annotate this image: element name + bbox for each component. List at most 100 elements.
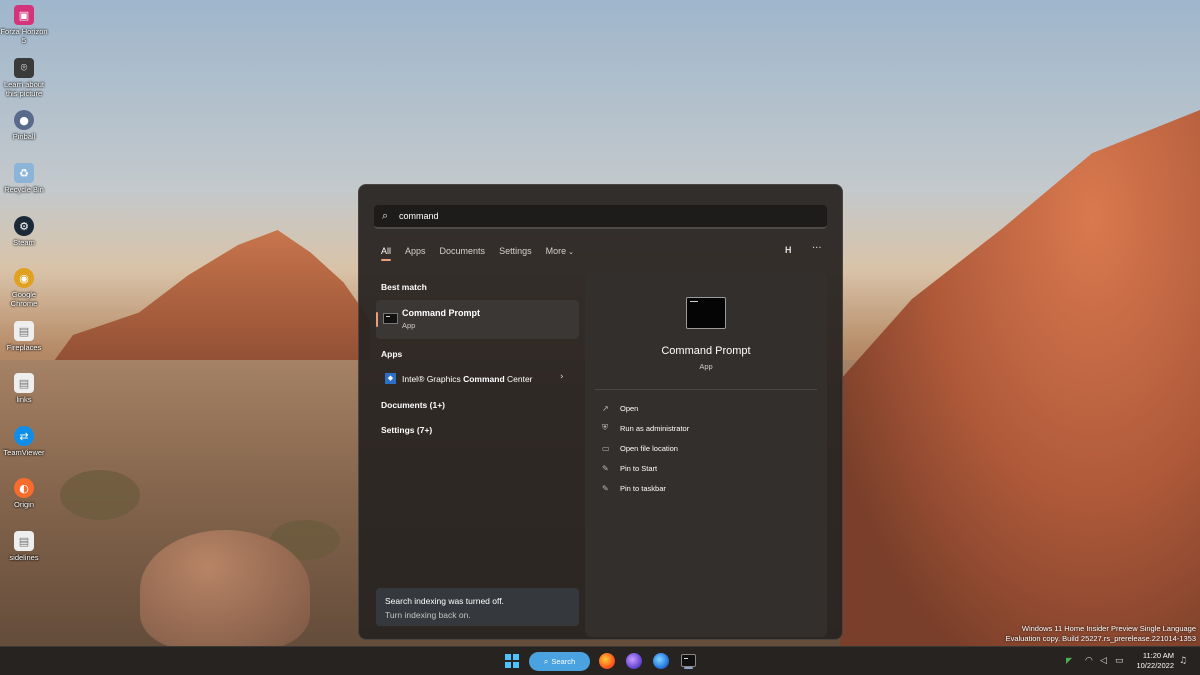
search-panel: ⌕ All Apps Documents Settings More⌄ H ··… bbox=[358, 184, 843, 640]
action-label: Pin to taskbar bbox=[620, 483, 666, 493]
watermark-line: Evaluation copy. Build 25227.rs_prerelea… bbox=[1005, 634, 1196, 643]
clock[interactable]: 11:20 AM 10/22/2022 bbox=[1132, 651, 1174, 671]
detail-type: App bbox=[699, 362, 713, 371]
desktop-icon-learn-picture[interactable]: ⌾ Learn about this picture bbox=[0, 58, 48, 98]
desktop-icon-label: Pinball bbox=[12, 132, 36, 141]
search-filter-tabs: All Apps Documents Settings More ⌄ bbox=[381, 246, 588, 261]
desktop-icon-label: Learn about this picture bbox=[3, 80, 45, 98]
tab-more-label: More bbox=[545, 246, 567, 256]
desktop-icon-label: Fireplaces bbox=[6, 343, 42, 352]
taskbar-search-label: Search bbox=[551, 657, 576, 666]
chevron-down-icon: ⌄ bbox=[568, 248, 574, 256]
action-label: Open file location bbox=[620, 443, 678, 453]
windows-logo-icon bbox=[505, 654, 511, 660]
terminal-icon[interactable] bbox=[681, 654, 696, 669]
desktop-icon-label: Steam bbox=[13, 238, 35, 247]
best-match-heading: Best match bbox=[381, 282, 427, 292]
search-icon: ⌕ bbox=[543, 656, 549, 666]
command-prompt-icon bbox=[686, 297, 726, 329]
indexing-notice-title: Search indexing was turned off. bbox=[385, 596, 504, 606]
desktop-icon-pinball[interactable]: ● Pinball bbox=[0, 110, 48, 141]
camera-icon: ⌾ bbox=[14, 58, 34, 78]
desktop-icon-recycle-bin[interactable]: ♻ Recycle Bin bbox=[0, 163, 48, 194]
settings-heading[interactable]: Settings (7+) bbox=[381, 425, 432, 435]
divider bbox=[595, 389, 817, 390]
clock-date: 10/22/2022 bbox=[1136, 661, 1174, 670]
documents-heading[interactable]: Documents (1+) bbox=[381, 400, 445, 410]
action-label: Run as administrator bbox=[620, 423, 690, 433]
result-title: Command Prompt bbox=[402, 308, 481, 318]
document-icon: ▤ bbox=[14, 373, 34, 393]
action-pin-to-start[interactable]: ✎ Pin to Start bbox=[602, 461, 657, 475]
origin-icon: ◐ bbox=[14, 478, 34, 498]
pin-icon: ✎ bbox=[602, 463, 609, 473]
firefox-developer-icon[interactable] bbox=[653, 653, 669, 669]
open-icon: ↗ bbox=[602, 403, 609, 413]
app-result-label: Intel® Graphics Command Center bbox=[402, 374, 533, 384]
action-open[interactable]: ↗ Open bbox=[602, 401, 638, 415]
wallpaper-mountain bbox=[40, 230, 370, 380]
chevron-right-icon[interactable]: › bbox=[560, 372, 564, 382]
desktop-icon-origin[interactable]: ◐ Origin bbox=[0, 478, 48, 509]
document-icon: ▤ bbox=[14, 531, 34, 551]
taskbar-search-button[interactable]: ⌕ Search bbox=[529, 652, 590, 671]
desktop-icon-steam[interactable]: ⚙ Steam bbox=[0, 216, 48, 247]
apps-heading: Apps bbox=[381, 349, 403, 359]
folder-icon: ▭ bbox=[602, 443, 610, 453]
wallpaper-rocks bbox=[840, 110, 1200, 650]
tab-all[interactable]: All bbox=[381, 246, 392, 261]
search-icon: ⌕ bbox=[382, 209, 389, 222]
evaluation-watermark: Windows 11 Home Insider Preview Single L… bbox=[1006, 624, 1196, 644]
wifi-icon[interactable]: ◠ bbox=[1085, 656, 1093, 666]
tab-apps[interactable]: Apps bbox=[405, 246, 426, 256]
chrome-icon: ◉ bbox=[14, 268, 34, 288]
more-options-icon[interactable]: ··· bbox=[812, 243, 822, 254]
app-result-intel-graphics[interactable]: ◆ Intel® Graphics Command Center › bbox=[376, 369, 579, 389]
tab-settings[interactable]: Settings bbox=[499, 246, 532, 256]
pin-icon: ✎ bbox=[602, 483, 609, 493]
desktop-icon-forza[interactable]: ▣ Forza Horizon 5 bbox=[0, 5, 48, 45]
document-icon: ▤ bbox=[14, 321, 34, 341]
wallpaper-bush bbox=[60, 470, 140, 520]
action-run-as-admin[interactable]: ⛨ Run as administrator bbox=[602, 421, 689, 435]
notification-bell-icon[interactable]: ♫ bbox=[1179, 656, 1187, 666]
intel-graphics-icon: ◆ bbox=[385, 373, 396, 384]
watermark-line: Windows 11 Home Insider Preview Single L… bbox=[1021, 624, 1196, 633]
battery-icon[interactable]: ▭ bbox=[1115, 656, 1124, 666]
tab-documents[interactable]: Documents bbox=[440, 246, 486, 256]
shield-icon: ⛨ bbox=[602, 423, 608, 432]
result-type: App bbox=[402, 321, 416, 330]
search-box[interactable]: ⌕ bbox=[374, 205, 827, 229]
command-prompt-icon bbox=[383, 313, 398, 324]
indexing-notice: Search indexing was turned off. Turn ind… bbox=[376, 588, 579, 626]
nvidia-icon[interactable]: ◤ bbox=[1066, 656, 1072, 665]
desktop-icon-label: Google Chrome bbox=[10, 290, 38, 308]
action-open-file-location[interactable]: ▭ Open file location bbox=[602, 441, 678, 455]
wallpaper-boulder bbox=[140, 530, 310, 650]
desktop-icon-teamviewer[interactable]: ⇄ TeamViewer bbox=[0, 426, 48, 457]
best-match-result[interactable]: Command Prompt App bbox=[376, 300, 579, 339]
desktop-icon-chrome[interactable]: ◉ Google Chrome bbox=[0, 268, 48, 308]
desktop-icon-fireplaces[interactable]: ▤ Fireplaces bbox=[0, 321, 48, 352]
tab-more[interactable]: More ⌄ bbox=[546, 246, 574, 256]
forza-icon: ▣ bbox=[14, 5, 34, 25]
teamviewer-icon: ⇄ bbox=[14, 426, 34, 446]
firefox-icon[interactable] bbox=[599, 653, 615, 669]
desktop-icon-sidelines[interactable]: ▤ sidelines bbox=[0, 531, 48, 562]
account-button[interactable]: H bbox=[785, 245, 792, 255]
recycle-bin-icon: ♻ bbox=[14, 163, 34, 183]
volume-icon[interactable]: ◁ bbox=[1100, 656, 1107, 666]
start-button[interactable] bbox=[505, 654, 519, 668]
steam-icon: ⚙ bbox=[14, 216, 34, 236]
detail-title: Command Prompt bbox=[661, 345, 751, 357]
taskbar: ⌕ Search ◤ ◠ ◁ ▭ 11:20 AM 10/22/2022 ♫ bbox=[0, 646, 1200, 675]
desktop-icon-label: Recycle Bin bbox=[4, 185, 44, 194]
desktop-icon-label: sidelines bbox=[9, 553, 39, 562]
search-input[interactable] bbox=[399, 211, 799, 221]
firefox-nightly-icon[interactable] bbox=[626, 653, 642, 669]
clock-time: 11:20 AM bbox=[1142, 651, 1174, 660]
indexing-notice-link[interactable]: Turn indexing back on. bbox=[385, 610, 471, 620]
action-pin-to-taskbar[interactable]: ✎ Pin to taskbar bbox=[602, 481, 666, 495]
desktop-icon-links[interactable]: ▤ links bbox=[0, 373, 48, 404]
action-label: Open bbox=[620, 403, 639, 413]
